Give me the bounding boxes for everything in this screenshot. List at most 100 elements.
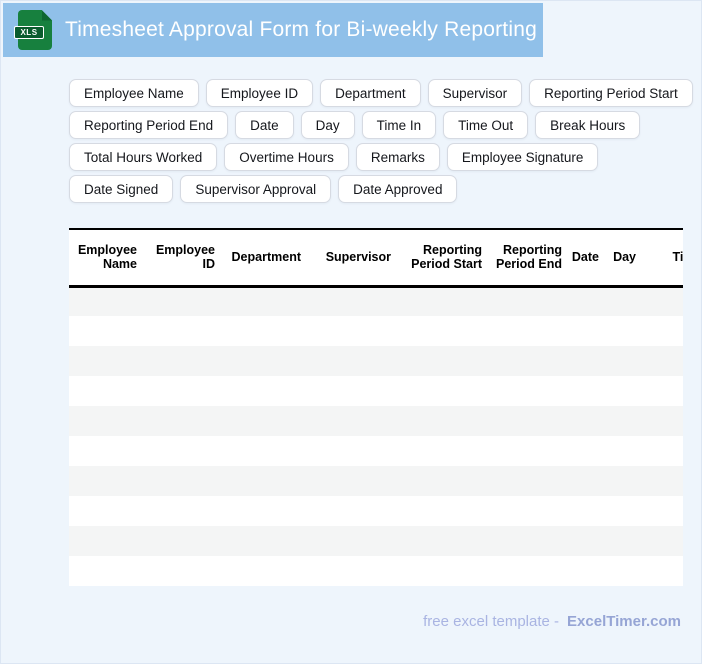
timesheet-table-wrap: Employee Name Employee ID Department Superv…: [69, 228, 683, 586]
footer-brand-link[interactable]: ExcelTimer.com: [567, 613, 681, 630]
table-cell: [143, 406, 221, 436]
xls-file-icon: XLS: [14, 10, 52, 50]
field-chip-list: Employee Name Employee ID Department Superv…: [69, 79, 702, 203]
table-cell: [568, 526, 605, 556]
column-header-day: Day: [605, 230, 642, 288]
field-chip-time-in: Time In: [361, 111, 437, 139]
table-cell: [221, 286, 307, 316]
field-chip-employee-id: Employee ID: [205, 79, 314, 107]
table-cell: [143, 316, 221, 346]
table-cell: [605, 376, 642, 406]
table-cell: [221, 316, 307, 346]
table-cell: [143, 346, 221, 376]
table-row: [69, 376, 683, 406]
table-row: [69, 316, 683, 346]
table-cell: [397, 406, 488, 436]
column-header-supervisor: Supervisor: [307, 230, 397, 288]
xls-badge: XLS: [14, 26, 44, 39]
table-cell: [605, 406, 642, 436]
table-cell: [568, 376, 605, 406]
table-cell: [642, 346, 683, 376]
table-cell: [69, 556, 143, 586]
table-cell: [642, 316, 683, 346]
table-cell: [488, 466, 568, 496]
table-cell: [143, 376, 221, 406]
table-cell: [568, 466, 605, 496]
table-cell: [397, 346, 488, 376]
table-cell: [397, 316, 488, 346]
column-header-employee-name: Employee Name: [69, 230, 143, 288]
column-header-reporting-period-end: Reporting Period End: [488, 230, 568, 288]
table-cell: [307, 316, 397, 346]
table-cell: [221, 436, 307, 466]
table-cell: [221, 556, 307, 586]
table-cell: [397, 466, 488, 496]
table-cell: [221, 406, 307, 436]
field-chip-reporting-period-start: Reporting Period Start: [529, 79, 693, 107]
column-header-date: Date: [568, 230, 605, 288]
field-chip-employee-name: Employee Name: [69, 79, 199, 107]
table-cell: [605, 526, 642, 556]
table-cell: [307, 466, 397, 496]
table-cell: [568, 436, 605, 466]
field-chip-total-hours-worked: Total Hours Worked: [69, 143, 218, 171]
table-cell: [605, 466, 642, 496]
table-cell: [397, 436, 488, 466]
table-cell: [488, 496, 568, 526]
table-cell: [488, 526, 568, 556]
table-row: [69, 496, 683, 526]
table-cell: [221, 346, 307, 376]
column-header-employee-id: Employee ID: [143, 230, 221, 288]
table-cell: [307, 376, 397, 406]
table-cell: [143, 436, 221, 466]
field-chip-employee-signature: Employee Signature: [446, 143, 599, 171]
page: XLS Timesheet Approval Form for Bi-weekl…: [0, 0, 702, 664]
column-header-department: Department: [221, 230, 307, 288]
table-row: [69, 286, 683, 316]
table-cell: [605, 346, 642, 376]
table-cell: [143, 526, 221, 556]
table-cell: [307, 436, 397, 466]
field-chip-day: Day: [300, 111, 355, 139]
table-cell: [397, 286, 488, 316]
table-cell: [69, 526, 143, 556]
table-cell: [642, 526, 683, 556]
table-cell: [397, 526, 488, 556]
table-cell: [488, 316, 568, 346]
field-chip-overtime-hours: Overtime Hours: [224, 143, 349, 171]
table-cell: [307, 406, 397, 436]
table-cell: [488, 376, 568, 406]
table-cell: [69, 346, 143, 376]
table-row: [69, 436, 683, 466]
field-chip-date-approved: Date Approved: [338, 175, 458, 203]
table-cell: [307, 496, 397, 526]
table-cell: [488, 436, 568, 466]
field-chip-time-out: Time Out: [443, 111, 529, 139]
table-row: [69, 526, 683, 556]
table-cell: [69, 316, 143, 346]
field-chip-break-hours: Break Hours: [535, 111, 641, 139]
field-chip-date-signed: Date Signed: [69, 175, 174, 203]
footer-label: free excel template -: [423, 613, 560, 630]
timesheet-table: Employee Name Employee ID Department Superv…: [69, 230, 683, 586]
table-cell: [143, 556, 221, 586]
table-cell: [221, 526, 307, 556]
table-cell: [642, 436, 683, 466]
table-cell: [568, 556, 605, 586]
column-header-reporting-period-start: Reporting Period Start: [397, 230, 488, 288]
table-cell: [221, 376, 307, 406]
table-row: [69, 346, 683, 376]
table-cell: [143, 496, 221, 526]
table-cell: [307, 346, 397, 376]
table-cell: [69, 406, 143, 436]
table-cell: [605, 496, 642, 526]
field-chip-remarks: Remarks: [355, 143, 440, 171]
table-cell: [69, 376, 143, 406]
table-cell: [221, 496, 307, 526]
field-chip-supervisor-approval: Supervisor Approval: [180, 175, 332, 203]
table-cell: [605, 316, 642, 346]
table-cell: [642, 376, 683, 406]
table-row: [69, 406, 683, 436]
table-cell: [568, 346, 605, 376]
table-row: [69, 466, 683, 496]
